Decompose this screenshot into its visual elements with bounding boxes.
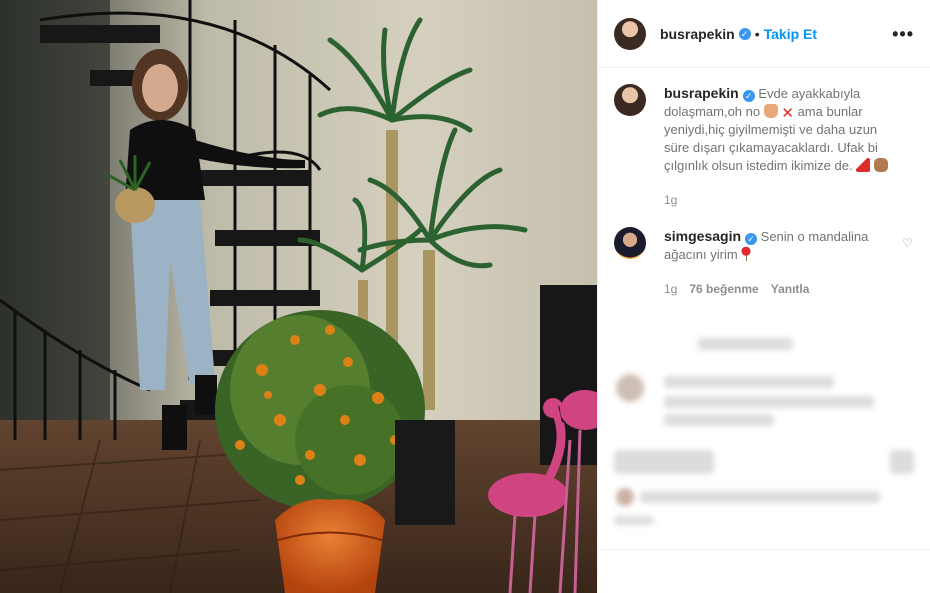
caption-body: busrapekin ✓ Evde ayakkabıyla dolaşmam,oh…: [664, 84, 904, 209]
photo-image: [0, 0, 597, 593]
caption-avatar[interactable]: [614, 84, 646, 116]
raised-hand-emoji-icon: [763, 104, 778, 118]
author-avatar[interactable]: [614, 17, 646, 50]
cross-mark-emoji-icon: ✕: [781, 105, 794, 122]
caption-meta: 1g: [664, 191, 904, 209]
post-photo[interactable]: [0, 0, 597, 593]
blurred-date: [614, 516, 654, 525]
reply-button[interactable]: Yanıtla: [771, 280, 810, 298]
high-heel-emoji-icon: [856, 158, 871, 172]
post-header: busrapekin ✓ • Takip Et •••: [598, 0, 930, 68]
comment-body: simgesagin ✓ Senin o mandalina ağacını yi…: [664, 227, 904, 298]
caption-username[interactable]: busrapekin: [664, 85, 739, 101]
comment-timestamp[interactable]: 1g: [664, 280, 677, 298]
fist-bump-emoji-icon: [873, 158, 888, 172]
author-info: busrapekin ✓ • Takip Et: [660, 26, 817, 42]
post-comment-button[interactable]: [892, 564, 914, 579]
blurred-view-replies: [698, 338, 793, 350]
blurred-save-icon: [890, 450, 914, 474]
blurred-liker-avatar: [616, 488, 634, 506]
commenter-avatar[interactable]: [614, 227, 646, 259]
verified-badge-icon: ✓: [745, 233, 758, 245]
separator-dot: •: [754, 25, 760, 42]
heart-outline-icon[interactable]: ♡: [902, 237, 914, 249]
blurred-comment-line: [664, 396, 874, 408]
blurred-likes-line: [640, 491, 880, 503]
author-username[interactable]: busrapekin: [660, 26, 735, 42]
lollipop-emoji-icon: [741, 247, 752, 261]
post-details-panel: busrapekin ✓ • Takip Et ••• busrapekin ✓ …: [597, 0, 930, 593]
caption: busrapekin ✓ Evde ayakkabıyla dolaşmam,oh…: [614, 84, 914, 209]
comment-likes[interactable]: 76 beğenme: [689, 280, 758, 298]
blurred-avatar: [616, 374, 644, 402]
more-options-icon[interactable]: •••: [892, 25, 914, 43]
comments-section: busrapekin ✓ Evde ayakkabıyla dolaşmam,oh…: [598, 68, 930, 298]
commenter-username[interactable]: simgesagin: [664, 228, 741, 244]
verified-badge-icon: ✓: [742, 90, 755, 102]
follow-button[interactable]: Takip Et: [764, 26, 817, 42]
add-comment-bar: [598, 549, 930, 593]
comment-meta: 1g 76 beğenme Yanıtla: [664, 280, 904, 298]
caption-timestamp[interactable]: 1g: [664, 191, 677, 209]
blurred-comment-line: [664, 414, 774, 426]
verified-badge-icon: ✓: [738, 27, 751, 40]
comment-item: simgesagin ✓ Senin o mandalina ağacını yi…: [614, 227, 914, 298]
comment-input[interactable]: [614, 564, 834, 579]
blurred-comment-line: [664, 376, 834, 388]
blurred-action-icons: [614, 450, 714, 474]
